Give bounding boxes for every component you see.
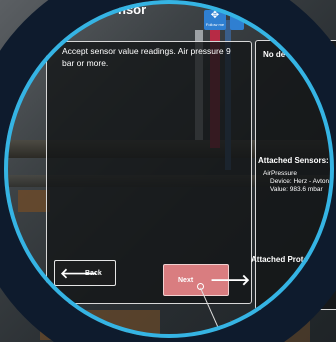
machine-part [230,320,310,342]
viewport-frame [4,0,334,338]
ar-viewport: nsor ✥ Follow me ⊹ Accept sensor value r… [0,0,336,342]
